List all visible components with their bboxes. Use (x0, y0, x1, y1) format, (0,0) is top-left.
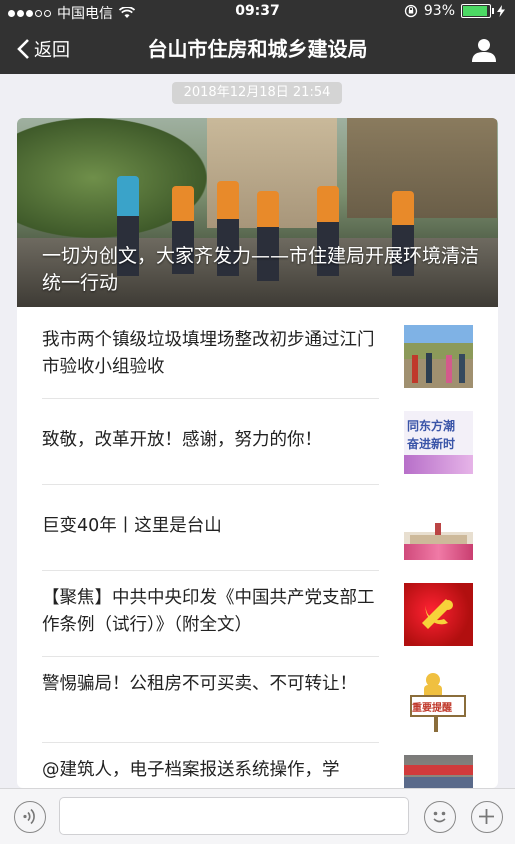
article-title: 我市两个镇级垃圾填埋场整改初步通过江门市验收小组验收 (42, 330, 375, 377)
article-title: 巨变40年丨这里是台山 (42, 516, 222, 536)
hero-article[interactable]: 一切为创文，大家齐发力——市住建局开展环境清洁统一行动 (17, 118, 498, 307)
article-title: 【聚焦】中共中央印发《中国共产党支部工作条例（试行）》（附全文） (42, 588, 375, 635)
voice-icon (23, 808, 35, 825)
nav-bar: 返回 台山市住房和城乡建设局 (0, 24, 515, 74)
battery-percent: 93% (423, 3, 455, 19)
input-bar (0, 788, 515, 844)
list-item[interactable]: 致敬，改革开放！感谢，努力的你！ 同东方潮 奋进新时 (17, 399, 498, 485)
person-icon[interactable] (471, 37, 497, 63)
charging-bolt-icon (497, 5, 505, 17)
voice-button[interactable] (14, 801, 46, 833)
article-title: 警惕骗局！公租房不可买卖、不可转让！ (42, 674, 357, 694)
list-item[interactable]: 巨变40年丨这里是台山 (17, 485, 498, 571)
article-thumbnail (404, 497, 473, 560)
thumbnail-text: 同东方潮 (407, 419, 456, 433)
hero-title: 一切为创文，大家齐发力——市住建局开展环境清洁统一行动 (42, 245, 480, 294)
rotation-lock-icon (404, 4, 418, 18)
thumbnail-text: 奋进新时 (407, 437, 456, 451)
article-thumbnail (404, 583, 473, 646)
emoji-button[interactable] (424, 801, 456, 833)
list-item[interactable]: 我市两个镇级垃圾填埋场整改初步通过江门市验收小组验收 (17, 313, 498, 399)
list-item[interactable]: 【聚焦】中共中央印发《中国共产党支部工作条例（试行）》（附全文） (17, 571, 498, 657)
message-timestamp: 2018年12月18日 21:54 (172, 82, 342, 104)
article-title: @建筑人，电子档案报送系统操作，学 (42, 760, 340, 780)
status-right: 93% (404, 3, 505, 19)
status-bar: 中国电信 09:37 93% (0, 0, 515, 24)
article-thumbnail: 重要提醒 (404, 669, 473, 732)
emoji-icon (433, 811, 446, 823)
plus-icon (479, 809, 494, 824)
list-item[interactable]: 警惕骗局！公租房不可买卖、不可转让！ 重要提醒 (17, 657, 498, 743)
article-thumbnail (404, 755, 473, 788)
list-item[interactable]: @建筑人，电子档案报送系统操作，学 (17, 743, 498, 788)
battery-level (463, 6, 488, 16)
article-thumbnail (404, 325, 473, 388)
page-title: 台山市住房和城乡建设局 (147, 37, 368, 61)
chevron-left-icon (17, 39, 29, 59)
article-title: 致敬，改革开放！感谢，努力的你！ (42, 430, 322, 450)
plus-button[interactable] (471, 801, 503, 833)
article-thumbnail: 同东方潮 奋进新时 (404, 411, 473, 474)
battery-icon (461, 4, 494, 18)
article-card: 一切为创文，大家齐发力——市住建局开展环境清洁统一行动 我市两个镇级垃圾填埋场整… (17, 118, 498, 788)
back-label: 返回 (34, 40, 70, 61)
party-emblem-icon (422, 599, 453, 629)
back-button[interactable]: 返回 (16, 24, 70, 74)
message-input[interactable] (59, 797, 409, 835)
thumbnail-text: 重要提醒 (412, 703, 452, 714)
